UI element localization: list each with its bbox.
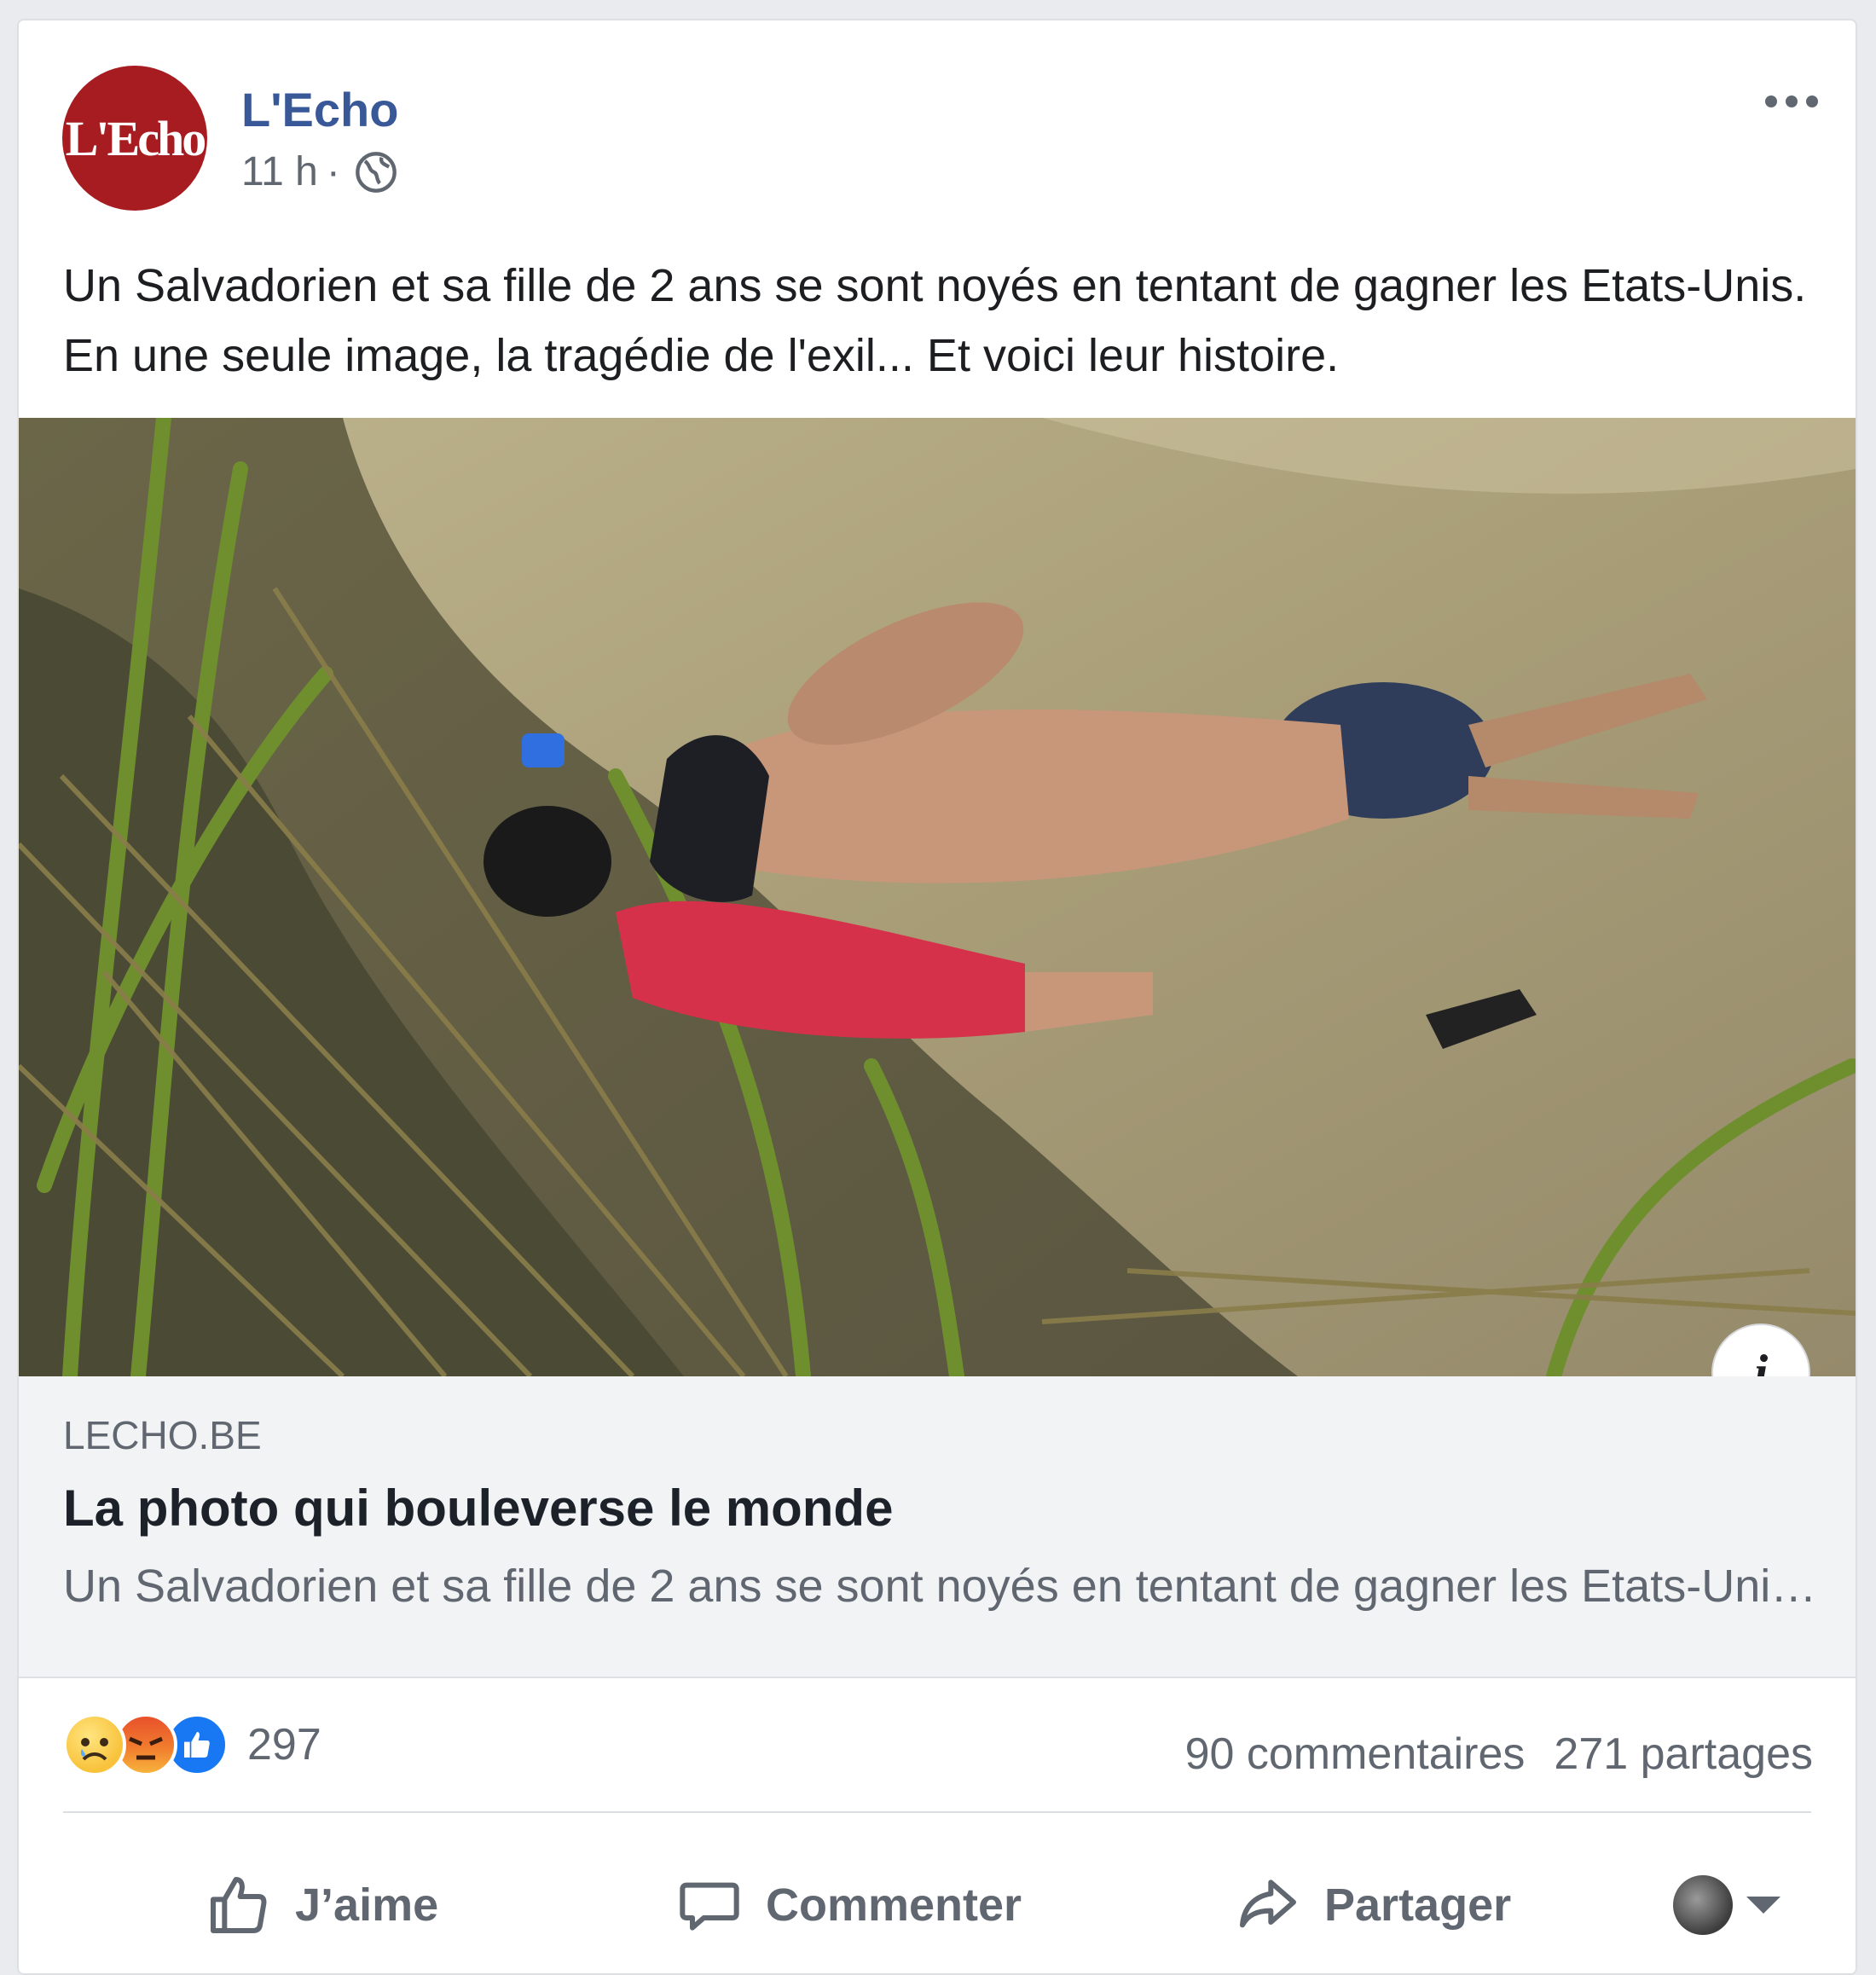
divider [63,1811,1811,1813]
post-text: Un Salvadorien et sa fille de 2 ans se s… [63,260,1807,381]
share-arrow-icon [1240,1879,1296,1928]
comment-bubble-icon [680,1882,739,1931]
meta-separator: · [326,149,340,194]
link-preview-image[interactable] [19,418,1856,1376]
post-timestamp[interactable]: 11 h [241,148,318,195]
like-label: J’aime [295,1879,439,1931]
comment-button[interactable]: Commenter [675,1862,1022,1948]
share-label: Partager [1324,1879,1512,1931]
globe-icon [356,151,397,193]
thumbs-up-icon [211,1877,267,1933]
user-avatar [1673,1875,1733,1935]
page-name-link[interactable]: L'Echo [241,82,398,137]
profile-selector[interactable] [1673,1862,1780,1948]
link-preview-box[interactable]: LECHO.BE La photo qui bouleverse le mond… [19,1376,1856,1678]
link-domain: LECHO.BE [63,1413,262,1457]
photo-illustration [19,418,1856,1376]
reactions-summary[interactable]: 297 [63,1713,321,1776]
reaction-count: 297 [247,1720,321,1769]
post-card: L'Echo L'Echo 11 h · Un Salvadorien et s… [17,19,1857,1975]
more-dot [1806,96,1818,107]
shares-count[interactable]: 271 partages [1554,1729,1813,1780]
post-stats: 90 commentaires 271 partages [1185,1729,1813,1780]
avatar-logo-text: L'Echo [65,110,206,166]
comment-label: Commenter [766,1879,1022,1931]
more-options-button[interactable] [1753,80,1830,123]
page-avatar[interactable]: L'Echo [62,66,207,211]
more-dot [1786,96,1798,107]
chevron-down-icon [1746,1897,1780,1914]
sad-reaction-icon [63,1713,126,1776]
share-button[interactable]: Partager [1234,1862,1511,1948]
link-title[interactable]: La photo qui bouleverse le monde [63,1479,893,1538]
link-description: Un Salvadorien et sa fille de 2 ans se s… [63,1561,1828,1612]
comments-count[interactable]: 90 commentaires [1185,1729,1526,1780]
action-bar: J’aime Commenter Partager [19,1862,1856,1948]
post-meta: 11 h · [241,148,398,195]
more-dot [1765,96,1777,107]
like-button[interactable]: J’aime [205,1862,438,1948]
